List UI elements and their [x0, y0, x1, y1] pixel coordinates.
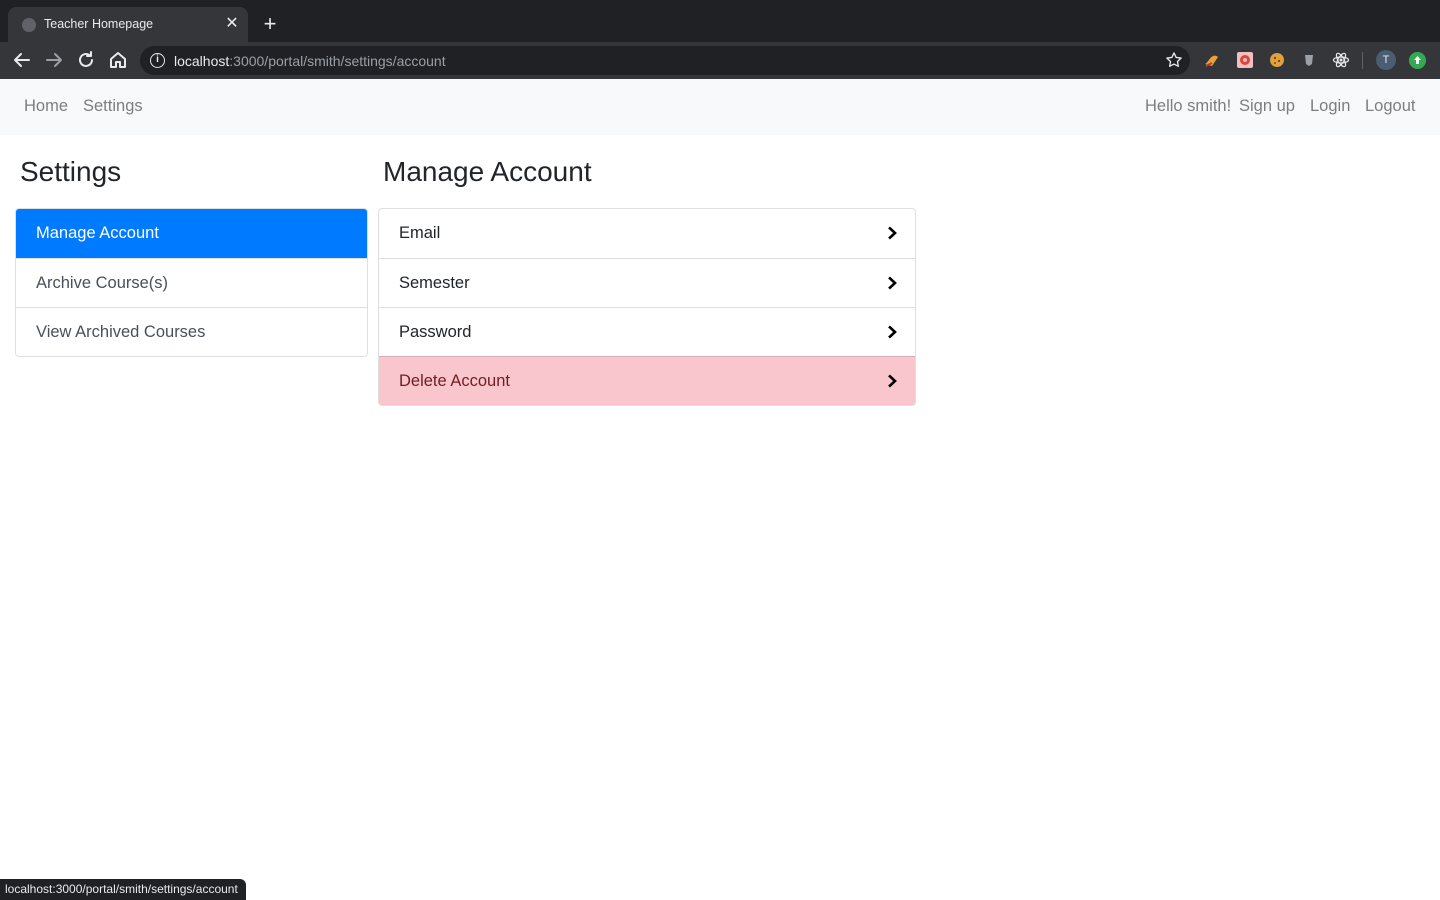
nav-signup-link[interactable]: Sign up	[1239, 97, 1295, 116]
account-item-label: Password	[399, 323, 472, 341]
back-arrow-icon[interactable]	[10, 48, 34, 72]
site-navbar: Home Settings Hello smith! Sign up Login…	[0, 79, 1440, 135]
cookie-icon[interactable]	[1268, 51, 1286, 69]
manage-account-heading: Manage Account	[383, 156, 592, 187]
sidebar-item-view-archived-courses[interactable]: View Archived Courses	[16, 307, 367, 356]
tab-title: Teacher Homepage	[44, 17, 154, 31]
nav-home-link[interactable]: Home	[24, 97, 68, 116]
toolbar-separator	[1362, 52, 1363, 69]
update-arrow-icon[interactable]	[1409, 52, 1426, 69]
account-item-password[interactable]: Password	[379, 307, 915, 356]
account-options-list: Email Semester Password Delete Account	[378, 208, 916, 406]
nav-logout-link[interactable]: Logout	[1365, 97, 1415, 116]
profile-avatar[interactable]: T	[1376, 50, 1396, 70]
settings-heading: Settings	[20, 156, 122, 187]
url-path: :3000/portal/smith/settings/account	[229, 53, 446, 69]
greeting-text: Hello smith!	[1145, 97, 1232, 115]
home-icon[interactable]	[106, 48, 130, 72]
extension-icon[interactable]	[1203, 51, 1221, 69]
browser-tab[interactable]: Teacher Homepage ✕	[8, 7, 248, 42]
new-tab-icon[interactable]: +	[258, 12, 282, 36]
extension-icon[interactable]	[1236, 51, 1254, 69]
browser-toolbar: i localhost:3000/portal/smith/settings/a…	[0, 42, 1440, 79]
url-host: localhost	[174, 53, 230, 69]
address-bar[interactable]: i localhost:3000/portal/smith/settings/a…	[140, 46, 1190, 75]
sidebar-item-manage-account[interactable]: Manage Account	[16, 209, 367, 258]
chevron-right-icon	[888, 226, 897, 240]
account-item-email[interactable]: Email	[379, 209, 915, 258]
nav-login-link[interactable]: Login	[1310, 97, 1350, 116]
globe-icon	[22, 18, 36, 32]
close-tab-icon[interactable]: ✕	[222, 14, 242, 34]
forward-arrow-icon[interactable]	[42, 48, 66, 72]
account-item-semester[interactable]: Semester	[379, 258, 915, 307]
account-item-label: Semester	[399, 274, 470, 292]
browser-status-bar: localhost:3000/portal/smith/settings/acc…	[0, 879, 246, 900]
settings-sidebar: Manage Account Archive Course(s) View Ar…	[15, 208, 368, 357]
sidebar-item-archive-courses[interactable]: Archive Course(s)	[16, 258, 367, 307]
account-item-delete-account[interactable]: Delete Account	[379, 356, 915, 405]
info-icon[interactable]: i	[150, 53, 165, 68]
nav-settings-link[interactable]: Settings	[83, 97, 143, 116]
account-item-label: Delete Account	[399, 372, 510, 390]
chevron-right-icon	[888, 374, 897, 388]
browser-tab-bar: Teacher Homepage ✕ +	[0, 0, 1440, 42]
account-item-label: Email	[399, 224, 441, 242]
bookmark-star-icon[interactable]	[1164, 50, 1184, 70]
extension-icon[interactable]	[1300, 51, 1318, 69]
chevron-right-icon	[888, 276, 897, 290]
react-devtools-icon[interactable]	[1332, 51, 1350, 69]
chevron-right-icon	[888, 325, 897, 339]
reload-icon[interactable]	[74, 48, 98, 72]
url-text[interactable]: localhost:3000/portal/smith/settings/acc…	[174, 53, 446, 69]
